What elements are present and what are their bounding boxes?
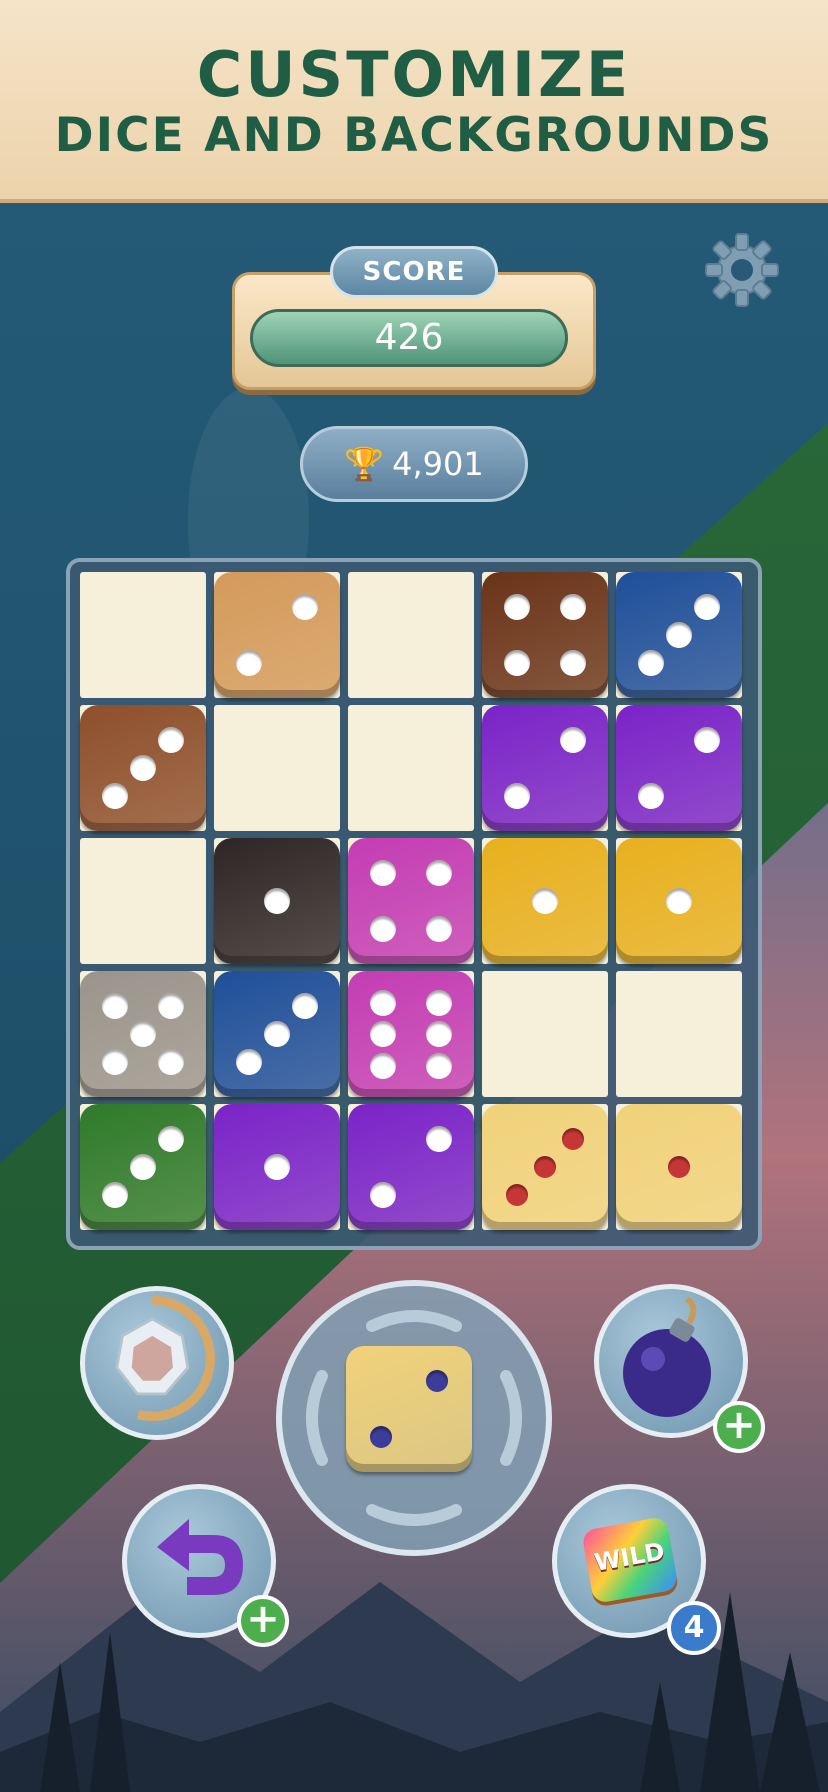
board-die[interactable] xyxy=(348,1104,474,1230)
die-pip xyxy=(504,594,531,621)
die-pip xyxy=(425,1052,452,1079)
bomb-powerup-button[interactable]: + xyxy=(594,1284,765,1453)
board-die[interactable] xyxy=(214,572,340,698)
die-pip xyxy=(504,782,531,809)
board-die[interactable] xyxy=(482,705,608,831)
die-pip xyxy=(534,1156,556,1178)
board-die[interactable] xyxy=(214,838,340,964)
die-pip xyxy=(264,1021,290,1047)
board-die[interactable] xyxy=(80,705,206,831)
die-pip xyxy=(425,989,452,1016)
board-die[interactable] xyxy=(482,838,608,964)
die-pip xyxy=(532,888,558,914)
die-pip xyxy=(370,915,397,942)
wild-count-badge: 4 xyxy=(667,1601,721,1655)
die-pip xyxy=(130,1021,156,1047)
board-cell[interactable] xyxy=(80,838,206,964)
die-pip xyxy=(370,1425,393,1448)
die-pip xyxy=(666,888,692,914)
board-cell[interactable] xyxy=(348,572,474,698)
board-die[interactable] xyxy=(80,971,206,1097)
promo-banner: CUSTOMIZE DICE AND BACKGROUNDS xyxy=(0,0,828,203)
banner-title: CUSTOMIZE xyxy=(196,38,632,111)
gem-powerup-button[interactable] xyxy=(80,1286,234,1440)
die-pip xyxy=(559,594,586,621)
die-pip xyxy=(370,1021,397,1047)
die-pip xyxy=(370,1052,397,1079)
die-pip xyxy=(370,860,397,887)
die-pip xyxy=(102,1181,129,1208)
wild-powerup-button[interactable]: WILD 4 xyxy=(552,1484,721,1655)
die-pip xyxy=(693,727,720,754)
die-pip xyxy=(157,727,184,754)
die-pip xyxy=(425,915,452,942)
board-die[interactable] xyxy=(80,1104,206,1230)
die-pip xyxy=(504,649,531,676)
die-pip xyxy=(638,649,665,676)
board-cell[interactable] xyxy=(80,572,206,698)
board-die[interactable] xyxy=(616,705,742,831)
next-die-rotator[interactable] xyxy=(276,1280,552,1556)
board-die[interactable] xyxy=(616,1104,742,1230)
next-die[interactable] xyxy=(346,1346,472,1472)
die-pip xyxy=(264,1154,290,1180)
die-pip xyxy=(561,1128,584,1151)
undo-powerup-button[interactable]: + xyxy=(122,1484,289,1647)
die-pip xyxy=(130,1154,156,1180)
banner-subtitle: DICE AND BACKGROUNDS xyxy=(54,108,774,163)
board-die[interactable] xyxy=(482,1104,608,1230)
die-pip xyxy=(157,1048,184,1075)
trophy-icon: 🏆 xyxy=(344,445,385,483)
board-cell[interactable] xyxy=(348,705,474,831)
die-pip xyxy=(425,1370,448,1393)
add-undo-button[interactable]: + xyxy=(237,1595,289,1647)
board-die[interactable] xyxy=(482,572,608,698)
die-pip xyxy=(291,594,318,621)
die-pip xyxy=(693,594,720,621)
die-pip xyxy=(102,782,129,809)
die-pip xyxy=(370,989,397,1016)
board-die[interactable] xyxy=(616,838,742,964)
die-pip xyxy=(264,888,290,914)
die-pip xyxy=(425,1021,452,1047)
die-pip xyxy=(559,727,586,754)
board-cell[interactable] xyxy=(482,971,608,1097)
die-pip xyxy=(130,755,156,781)
add-bomb-button[interactable]: + xyxy=(713,1401,765,1453)
die-pip xyxy=(668,1156,690,1178)
die-pip xyxy=(102,1048,129,1075)
board-cell[interactable] xyxy=(214,705,340,831)
best-score-value: 4,901 xyxy=(392,445,484,483)
best-score-pill: 🏆 4,901 xyxy=(300,426,528,502)
wild-label: WILD xyxy=(592,1537,667,1577)
die-pip xyxy=(559,649,586,676)
die-pip xyxy=(157,993,184,1020)
board-die[interactable] xyxy=(348,838,474,964)
die-pip xyxy=(236,1048,263,1075)
score-label: SCORE xyxy=(330,246,498,298)
score-value: 426 xyxy=(250,309,568,367)
die-pip xyxy=(157,1126,184,1153)
die-pip xyxy=(236,649,263,676)
gem-icon xyxy=(89,1295,215,1421)
board-die[interactable] xyxy=(348,971,474,1097)
die-pip xyxy=(370,1181,397,1208)
die-pip xyxy=(638,782,665,809)
board-die[interactable] xyxy=(214,971,340,1097)
die-pip xyxy=(425,860,452,887)
wild-card-icon: WILD xyxy=(581,1516,679,1604)
die-pip xyxy=(425,1126,452,1153)
board-cell[interactable] xyxy=(616,971,742,1097)
die-pip xyxy=(102,993,129,1020)
board-die[interactable] xyxy=(214,1104,340,1230)
die-pip xyxy=(506,1183,529,1206)
board-die[interactable] xyxy=(616,572,742,698)
die-pip xyxy=(666,622,692,648)
dice-board[interactable] xyxy=(66,558,762,1250)
settings-gear-icon[interactable] xyxy=(702,230,782,310)
die-pip xyxy=(291,993,318,1020)
